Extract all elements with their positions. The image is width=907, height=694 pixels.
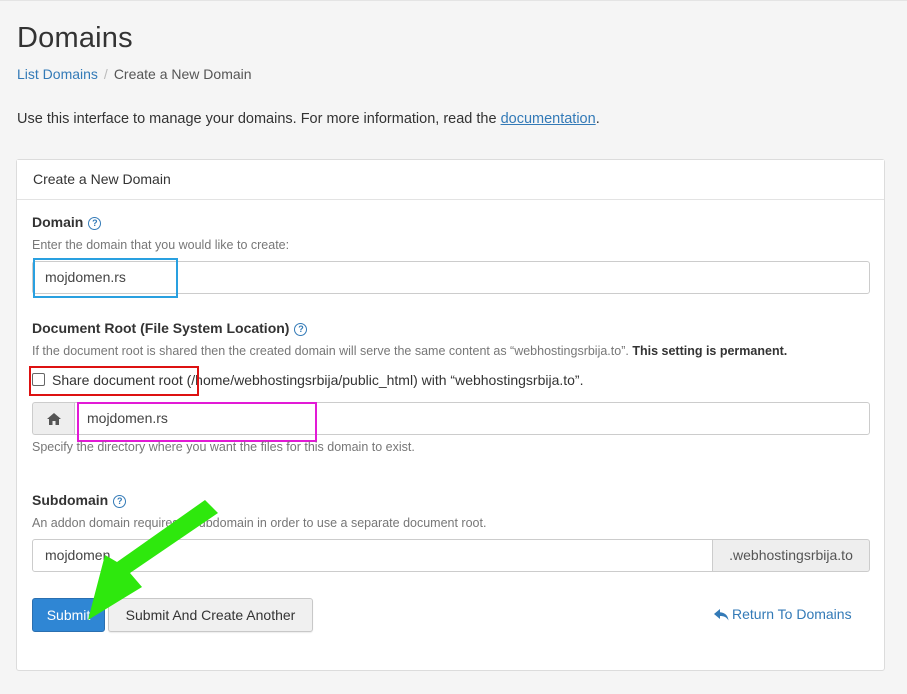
docroot-label: Document Root (File System Location)? — [32, 320, 308, 336]
help-icon[interactable]: ? — [294, 323, 308, 336]
intro-text-end: . — [595, 111, 600, 127]
docroot-hint: If the document root is shared then the … — [32, 344, 787, 358]
docroot-below-hint: Specify the directory where you want the… — [32, 440, 415, 454]
home-icon — [47, 413, 61, 425]
checkbox-highlight-box — [29, 366, 199, 396]
reply-arrow-icon — [714, 609, 729, 621]
breadcrumb-current: Create a New Domain — [113, 66, 252, 82]
return-to-domains-link[interactable]: Return To Domains — [714, 606, 852, 622]
breadcrumb: List Domains / Create a New Domain — [17, 66, 252, 82]
page-title: Domains — [17, 22, 133, 54]
breadcrumb-list-domains-link[interactable]: List Domains — [17, 66, 98, 82]
docroot-hint-bold: This setting is permanent. — [632, 344, 788, 358]
domain-label: Domain? — [32, 214, 102, 230]
subdomain-suffix: .webhostingsrbija.to — [713, 539, 870, 572]
panel-heading-title: Create a New Domain — [33, 171, 171, 187]
documentation-link[interactable]: documentation — [501, 111, 596, 127]
docroot-hint-text: If the document root is shared then the … — [32, 344, 633, 358]
docroot-label-text: Document Root (File System Location) — [32, 320, 290, 336]
intro-text-body: Use this interface to manage your domain… — [17, 111, 501, 127]
intro-text: Use this interface to manage your domain… — [17, 111, 600, 127]
breadcrumb-separator: / — [103, 66, 108, 82]
domain-highlight-box — [33, 258, 178, 298]
green-arrow-annotation — [88, 500, 218, 620]
domain-label-text: Domain — [32, 214, 84, 230]
docroot-highlight-box — [77, 402, 317, 442]
return-to-domains-label: Return To Domains — [732, 606, 852, 622]
top-border — [0, 0, 907, 1]
help-icon[interactable]: ? — [88, 217, 102, 230]
docroot-home-addon — [32, 402, 74, 435]
panel-heading: Create a New Domain — [17, 160, 884, 200]
domain-hint: Enter the domain that you would like to … — [32, 238, 290, 252]
